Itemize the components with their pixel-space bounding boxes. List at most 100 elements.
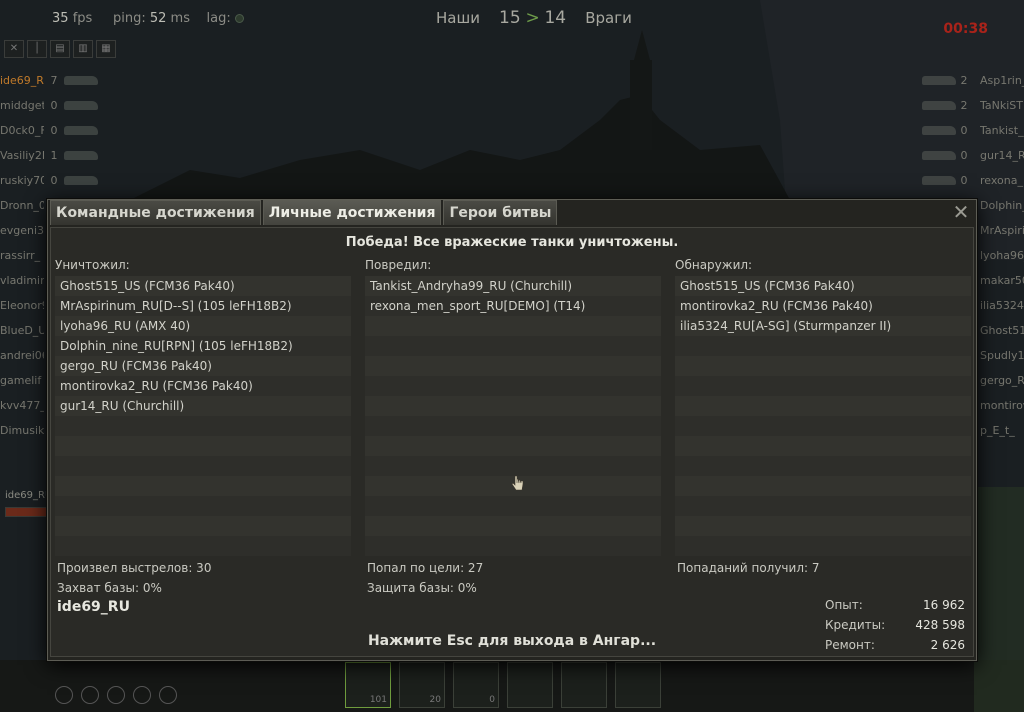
personal-achievements-panel: Победа! Все вражеские танки уничтожены. … [50, 227, 974, 657]
mouse-cursor-icon [512, 475, 524, 491]
vehicle-entry: lyoha96_RU (AMX 40) [55, 316, 351, 336]
player-name-label: evgeni35 [0, 224, 44, 237]
player-name-label: vladimir [0, 274, 44, 287]
player-name-label: makar50 [980, 274, 1024, 287]
close-icon[interactable]: ✕ [951, 202, 971, 222]
ping-label: ping: [112, 11, 146, 26]
team-player-row[interactable]: 0 gur14_R [904, 143, 1024, 168]
fps-value: 35 [52, 11, 69, 26]
ammo-slot[interactable] [615, 662, 661, 708]
team-player-row[interactable]: 2 TaNkiST [904, 93, 1024, 118]
player-name-label: rexona_ [980, 174, 1023, 187]
list-mode-3-button[interactable]: ▥ [73, 40, 93, 58]
empty-row [365, 396, 661, 416]
player-name-label: gergo_RI [980, 374, 1024, 387]
vehicle-entry: ilia5324_RU[A-SG] (Sturmpanzer II) [675, 316, 971, 336]
player-name-label: MrAspiril [980, 224, 1024, 237]
player-name-label: Ghost515 [980, 324, 1024, 337]
ammo-slot[interactable] [507, 662, 553, 708]
empty-row [675, 496, 971, 516]
empty-row [365, 376, 661, 396]
ammo-slot[interactable] [561, 662, 607, 708]
empty-row [675, 416, 971, 436]
shots-fired-stat: Произвел выстрелов: 30 [57, 561, 212, 575]
tab-personal-achievements[interactable]: Личные достижения [262, 200, 442, 225]
player-kills: 0 [960, 124, 968, 137]
spotted-column: Обнаружил: Ghost515_US (FCM36 Pak40) mont… [675, 258, 975, 556]
player-kills: 1 [50, 149, 58, 162]
player-kills: 7 [50, 74, 58, 87]
tank-class-icon [922, 126, 956, 135]
vehicle-entry: MrAspirinum_RU[D--S] (105 leFH18B2) [55, 296, 351, 316]
hide-list-button[interactable]: ✕ [4, 40, 24, 58]
empty-row [55, 516, 351, 536]
tab-team-achievements[interactable]: Командные достижения [50, 200, 261, 225]
ammo-slot[interactable]: 0 [453, 662, 499, 708]
team-player-row[interactable]: middget 0 [0, 93, 120, 118]
minimap[interactable] [974, 487, 1024, 712]
ammo-slot[interactable]: 101 [345, 662, 391, 708]
player-name-label: BlueD_U [0, 324, 44, 337]
player-name-label: Vasiliy2I [0, 149, 44, 162]
tank-class-icon [64, 176, 98, 185]
empty-row [675, 516, 971, 536]
destroyed-label: Уничтожил: [55, 258, 130, 272]
hits-stat: Попал по цели: 27 [367, 561, 484, 575]
team-player-row[interactable]: Vasiliy2I 1 [0, 143, 120, 168]
list-mode-1-button[interactable]: │ [27, 40, 47, 58]
player-kills: 0 [960, 149, 968, 162]
enemies-label: Враги [585, 9, 632, 27]
team-player-row[interactable]: D0ck0_F 0 [0, 118, 120, 143]
list-mode-4-button[interactable]: ▦ [96, 40, 116, 58]
team-player-row[interactable]: 0 rexona_ [904, 168, 1024, 193]
vehicle-entry: montirovka2_RU (FCM36 Pak40) [55, 376, 351, 396]
empty-row [365, 496, 661, 516]
team-player-row[interactable]: ruskiy70 0 [0, 168, 120, 193]
commander-icon [55, 686, 73, 704]
empty-row [675, 536, 971, 556]
team-player-row[interactable]: 2 Asp1rin_ [904, 68, 1024, 93]
ammo-count: 20 [429, 695, 441, 705]
ammo-count: 0 [489, 695, 495, 705]
xp-value: 16 962 [923, 598, 965, 612]
player-name: ide69_RU [57, 599, 130, 615]
empty-row [675, 396, 971, 416]
empty-row [675, 436, 971, 456]
player-name-label: montirov [980, 399, 1024, 412]
vehicle-entry: montirovka2_RU (FCM36 Pak40) [675, 296, 971, 316]
player-kills: 0 [960, 174, 968, 187]
empty-row [55, 456, 351, 476]
destroyed-column: Уничтожил: Ghost515_US (FCM36 Pak40) MrAs… [55, 258, 355, 556]
tank-class-icon [64, 126, 98, 135]
tank-class-icon [64, 101, 98, 110]
player-name-label: D0ck0_F [0, 124, 44, 137]
tank-class-icon [64, 76, 98, 85]
player-name-label: Eleonor9 [0, 299, 44, 312]
allies-score: 15 [499, 8, 521, 28]
xp-row: Опыт: 16 962 [825, 598, 965, 618]
empty-row [365, 416, 661, 436]
vehicle-entry: Dolphin_nine_RU[RPN] (105 leFH18B2) [55, 336, 351, 356]
player-name-label: Dolphin_ [980, 199, 1024, 212]
tab-battle-heroes[interactable]: Герои битвы [443, 200, 558, 225]
vehicle-entry: Ghost515_US (FCM36 Pak40) [675, 276, 971, 296]
xp-label: Опыт: [825, 598, 863, 612]
empty-row [55, 496, 351, 516]
player-name-label: lyoha96_ [980, 249, 1024, 262]
empty-row [365, 536, 661, 556]
empty-row [365, 316, 661, 336]
player-kills: 0 [50, 99, 58, 112]
team-player-row[interactable]: 0 Tankist_ [904, 118, 1024, 143]
tank-class-icon [922, 76, 956, 85]
loader-icon [159, 686, 177, 704]
player-name-label: Dronn_0 [0, 199, 44, 212]
player-name-label: p_E_t_ [980, 424, 1015, 437]
ammo-slot[interactable]: 20 [399, 662, 445, 708]
radio-operator-icon [133, 686, 151, 704]
performance-readout: 35 fps ping: 52 ms lag: [52, 11, 244, 26]
vehicle-entry: Ghost515_US (FCM36 Pak40) [55, 276, 351, 296]
team-player-row[interactable]: ide69_R 7 [0, 68, 120, 93]
empty-row [55, 536, 351, 556]
list-mode-2-button[interactable]: ▤ [50, 40, 70, 58]
vehicle-entry: rexona_men_sport_RU[DEMO] (T14) [365, 296, 661, 316]
